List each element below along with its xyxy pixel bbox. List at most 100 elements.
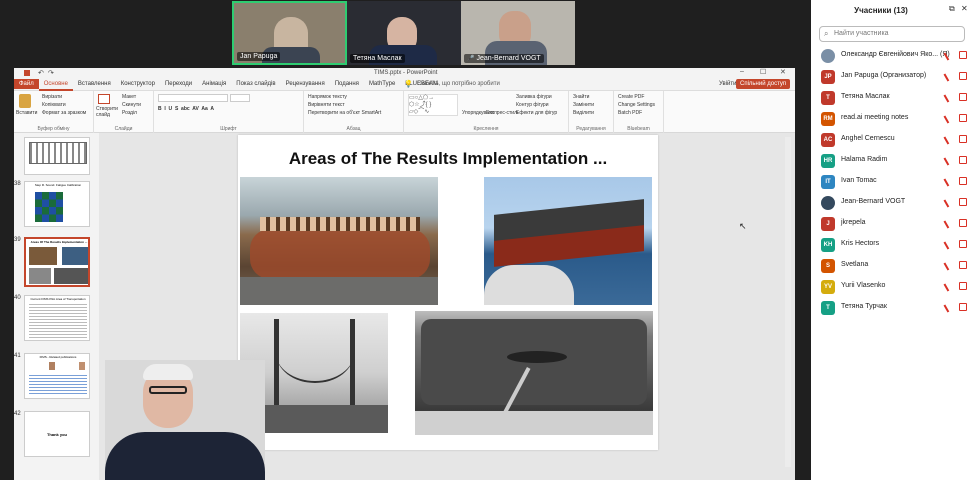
font-name-select[interactable]	[158, 94, 228, 102]
batch-pdf-button[interactable]: Batch PDF	[618, 110, 642, 116]
current-slide[interactable]: Areas of The Results Implementation ...	[238, 135, 658, 450]
slide-thumbnail-37[interactable]	[24, 137, 90, 175]
camera-off-icon[interactable]	[959, 177, 967, 185]
share-button[interactable]: Спільний доступ	[736, 79, 791, 89]
slide-title[interactable]: Areas of The Results Implementation ...	[238, 149, 658, 169]
minimize-icon[interactable]: –	[740, 68, 744, 75]
font-size-select[interactable]	[230, 94, 250, 102]
change-settings-button[interactable]: Change Settings	[618, 102, 655, 108]
paste-icon[interactable]	[19, 94, 31, 108]
mic-muted-icon[interactable]	[943, 217, 955, 229]
mic-muted-icon[interactable]	[943, 133, 955, 145]
layout-button[interactable]: Макет	[122, 94, 136, 100]
mic-muted-icon[interactable]	[943, 196, 955, 208]
find-button[interactable]: Знайти	[573, 94, 589, 100]
participant-row[interactable]: KH Kris Hectors	[811, 235, 974, 255]
replace-button[interactable]: Замінити	[573, 102, 594, 108]
mic-muted-icon[interactable]	[943, 301, 955, 313]
participant-row[interactable]: IT Ivan Tomac	[811, 172, 974, 192]
participant-row[interactable]: HR Halama Radim	[811, 151, 974, 171]
video-tile-jan-papuga[interactable]: Jan Papuga	[232, 1, 347, 65]
participant-row[interactable]: JP Jan Papuga (Организатор)	[811, 67, 974, 87]
camera-off-icon[interactable]	[959, 156, 967, 164]
tab-transitions[interactable]: Переходи	[160, 79, 197, 89]
participant-name: Halama Radim	[841, 156, 888, 163]
mic-muted-icon[interactable]	[943, 112, 955, 124]
participant-row[interactable]: Jean-Bernard VOGT	[811, 193, 974, 213]
new-slide-icon[interactable]	[98, 94, 110, 104]
camera-off-icon[interactable]	[959, 198, 967, 206]
tab-insert[interactable]: Вставлення	[73, 79, 116, 89]
tab-home[interactable]: Основне	[38, 79, 73, 91]
copy-button[interactable]: Копіювати	[42, 102, 66, 108]
slide-thumbnail-42[interactable]: Thank you	[24, 411, 90, 457]
video-tile-tetiana-maslak[interactable]: Тетяна Маслак	[347, 1, 461, 65]
camera-off-icon[interactable]	[959, 135, 967, 143]
tab-file[interactable]: Файл	[14, 79, 39, 89]
tab-design[interactable]: Конструктор	[116, 79, 160, 89]
shape-outline-button[interactable]: Контур фігури	[516, 102, 548, 108]
smartart-button[interactable]: Перетворити на об'єкт SmartArt	[308, 110, 381, 116]
mic-muted-icon[interactable]	[943, 91, 955, 103]
camera-off-icon[interactable]	[959, 72, 967, 80]
participant-row[interactable]: RM read.ai meeting notes	[811, 109, 974, 129]
slide-thumbnail-38[interactable]: Step R. Sound. Fatigue Calibration	[24, 181, 90, 227]
redo-icon[interactable]: ↷	[48, 69, 54, 77]
maximize-icon[interactable]: ☐	[760, 68, 766, 76]
camera-off-icon[interactable]	[959, 51, 967, 59]
camera-off-icon[interactable]	[959, 114, 967, 122]
section-button[interactable]: Розділ	[122, 110, 137, 116]
camera-off-icon[interactable]	[959, 93, 967, 101]
mic-muted-icon[interactable]	[943, 154, 955, 166]
mic-muted-icon[interactable]	[943, 70, 955, 82]
format-painter-button[interactable]: Формат за зразком	[42, 110, 86, 116]
save-icon[interactable]	[24, 70, 30, 76]
slide-thumbnail-41[interactable]: FIMS - Related publications	[24, 353, 90, 399]
slide-thumbnail-40[interactable]: Current FIMS Pilot Area of Transportatio…	[24, 295, 90, 341]
participant-row[interactable]: T Тетяна Маслак	[811, 88, 974, 108]
popout-icon[interactable]: ⧉	[949, 4, 955, 14]
tab-review[interactable]: Рецензування	[281, 79, 330, 89]
mic-muted-icon[interactable]	[943, 280, 955, 292]
shapes-gallery[interactable]: ▭○△⬠→ ⬡☆⤴{ } ▱◇⌒∿	[408, 94, 458, 116]
shape-effects-button[interactable]: Ефекти для фігур	[516, 110, 557, 116]
undo-icon[interactable]: ↶	[38, 69, 44, 77]
cut-button[interactable]: Вирізати	[42, 94, 62, 100]
close-icon[interactable]: ✕	[961, 4, 968, 13]
slide-thumbnail-39-selected[interactable]: Areas Of The Results Implementation ...	[24, 237, 90, 287]
mic-muted-icon[interactable]	[943, 259, 955, 271]
font-format-icons[interactable]: B I U S abc AV Aa A	[158, 106, 214, 112]
new-slide-button[interactable]: Створити слайд	[96, 106, 118, 118]
tab-view[interactable]: Подання	[330, 79, 364, 89]
tab-animations[interactable]: Анімація	[197, 79, 231, 89]
participant-row[interactable]: Олександр Євгенійович Яко... (Я)	[811, 46, 974, 66]
camera-off-icon[interactable]	[959, 261, 967, 269]
participant-row[interactable]: T Тетяна Турчак	[811, 298, 974, 318]
mic-muted-icon[interactable]	[943, 238, 955, 250]
participant-row[interactable]: Jjkrepela	[811, 214, 974, 234]
tab-slideshow[interactable]: Показ слайдів	[231, 79, 280, 89]
text-direction-button[interactable]: Напрямок тексту	[308, 94, 347, 100]
participant-row[interactable]: S Svetlana	[811, 256, 974, 276]
tab-mathtype[interactable]: MathType	[364, 79, 400, 89]
mic-muted-icon[interactable]	[943, 49, 955, 61]
select-button[interactable]: Виділити	[573, 110, 594, 116]
paste-button[interactable]: Вставити	[16, 110, 37, 116]
quick-styles-button[interactable]: Експрес-стилі	[486, 110, 518, 116]
vertical-scrollbar[interactable]	[785, 137, 791, 467]
shape-fill-button[interactable]: Заливка фігури	[516, 94, 552, 100]
video-tile-jean-bernard-vogt[interactable]: Jean-Bernard VOGT	[461, 1, 575, 65]
participant-row[interactable]: AC Anghel Cernescu	[811, 130, 974, 150]
camera-off-icon[interactable]	[959, 303, 967, 311]
participant-row[interactable]: YV Yurii Vlasenko	[811, 277, 974, 297]
participant-search-input[interactable]: ⌕ Найти участника	[819, 26, 965, 42]
camera-off-icon[interactable]	[959, 219, 967, 227]
close-icon[interactable]: ✕	[780, 68, 786, 76]
create-pdf-button[interactable]: Create PDF	[618, 94, 644, 100]
align-text-button[interactable]: Вирівняти текст	[308, 102, 345, 108]
tell-me-search[interactable]: Скажіть, що потрібно зробити	[412, 79, 505, 89]
mic-muted-icon[interactable]	[943, 175, 955, 187]
reset-button[interactable]: Скинути	[122, 102, 141, 108]
camera-off-icon[interactable]	[959, 282, 967, 290]
camera-off-icon[interactable]	[959, 240, 967, 248]
